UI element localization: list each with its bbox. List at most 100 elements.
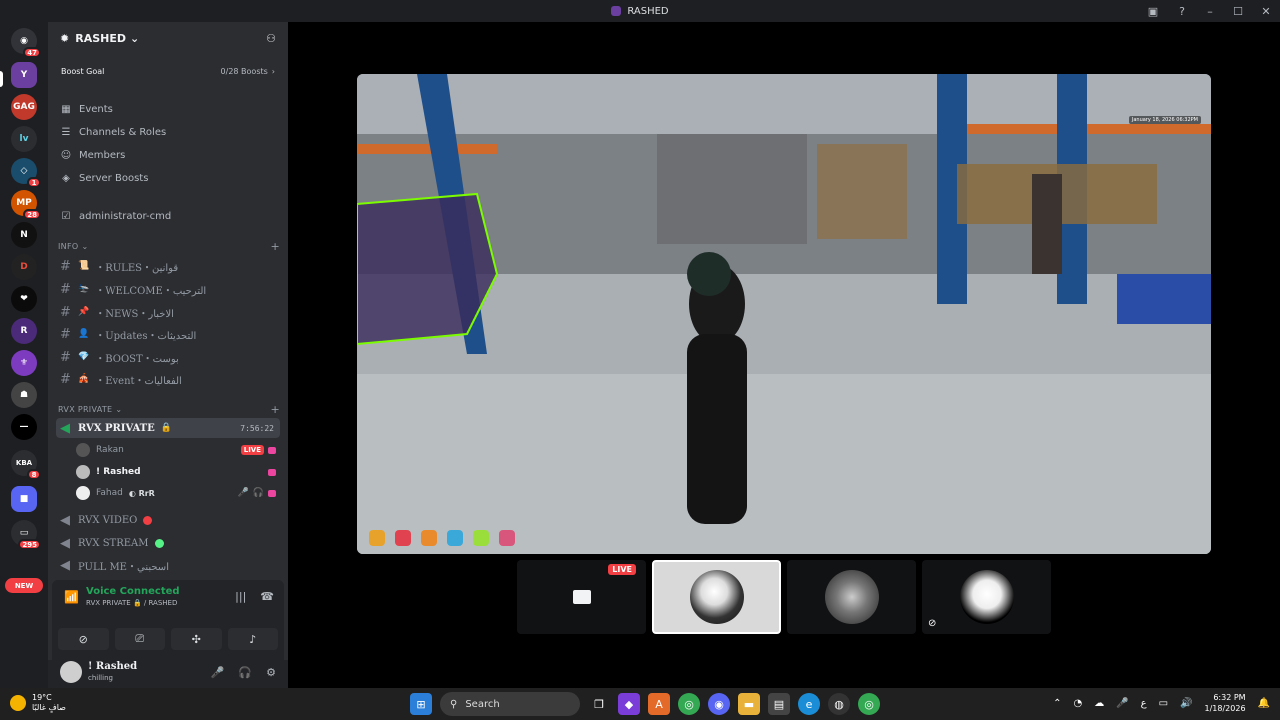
close-button[interactable]: ✕ — [1252, 0, 1280, 22]
activity-icon — [268, 468, 276, 476]
menu-members[interactable]: ☺ Members — [56, 145, 280, 165]
microphone-icon[interactable]: 🎤 — [1116, 698, 1128, 709]
add-channel-icon[interactable]: + — [270, 403, 280, 416]
clock[interactable]: 6:32 PM 1/18/2026 — [1205, 692, 1246, 714]
server-icon[interactable]: Y — [11, 62, 37, 88]
direct-messages-button[interactable]: ◉ 47 — [11, 28, 41, 58]
channel-boost[interactable]: # 💎 ・BOOST・بوست — [56, 347, 280, 367]
app-icon[interactable]: ◍ — [828, 693, 850, 715]
gear-icon[interactable]: ⚙ — [266, 666, 276, 679]
start-icon[interactable]: ⊞ — [410, 693, 432, 715]
server-icon[interactable]: ▭ 295 — [11, 520, 41, 550]
server-icon[interactable]: ❤ — [11, 286, 37, 312]
search-box[interactable]: ⚲ Search — [440, 692, 580, 716]
category-info[interactable]: INFO ⌄ + — [58, 239, 280, 253]
title-bar: RASHED ▣ ? – ☐ ✕ — [0, 0, 1280, 22]
discord-icon[interactable]: ◉ — [708, 693, 730, 715]
menu-server-boosts[interactable]: ◈ Server Boosts — [56, 168, 280, 188]
headphones-icon[interactable]: 🎧 — [238, 666, 252, 679]
folder-icon[interactable]: ■ — [11, 486, 37, 512]
server-icon[interactable]: R — [11, 318, 37, 344]
live-badge: LIVE — [240, 445, 264, 455]
avatar — [959, 570, 1014, 624]
menu-events[interactable]: ▦ Events — [56, 99, 280, 119]
voice-channel-pull-me[interactable]: ◀ PULL ME・اسحبني — [56, 555, 280, 575]
edge-icon[interactable]: e — [798, 693, 820, 715]
noise-suppression-icon[interactable]: ||| — [235, 590, 246, 603]
camera-off-button[interactable]: ⊘ — [58, 628, 109, 650]
channel-event[interactable]: # 🎪 ・Event・الفعاليات — [56, 369, 280, 389]
language-icon[interactable]: ع — [1141, 698, 1147, 709]
minimize-button[interactable]: – — [1196, 0, 1224, 22]
chevron-down-icon: ⌄ — [129, 31, 140, 45]
activities-button[interactable]: ✣ — [171, 628, 222, 650]
voice-channel-rvx-video[interactable]: ◀ RVX VIDEO — [56, 510, 280, 530]
task-view-icon[interactable]: ❐ — [588, 693, 610, 715]
channel-sidebar: ✹ RASHED ⌄ ⚇ Boost Goal 0/28 Boosts › ▦ … — [48, 22, 288, 688]
channel-rules[interactable]: # 📜 ・RULES・قوانين — [56, 256, 280, 276]
tray-icon[interactable]: ◔ — [1073, 698, 1082, 709]
app-icon[interactable]: A — [648, 693, 670, 715]
server-folder[interactable]: KBA 8 — [11, 450, 41, 480]
voice-connection-panel: 📶 Voice Connected RVX PRIVATE 🔒 / RASHED… — [52, 580, 284, 660]
chrome-icon[interactable]: ◎ — [678, 693, 700, 715]
add-channel-icon[interactable]: + — [270, 240, 280, 253]
screen-share-button[interactable]: ⎚ — [114, 628, 165, 650]
avatar[interactable] — [60, 661, 82, 683]
chevron-right-icon: › — [271, 66, 275, 76]
avatar — [76, 443, 90, 457]
voice-channel-rvx-stream[interactable]: ◀ RVX STREAM — [56, 533, 280, 553]
chevron-up-icon[interactable]: ⌃ — [1053, 698, 1061, 709]
channel-updates[interactable]: # 👤 ・Updates・التحديثات — [56, 324, 280, 344]
avatar — [76, 465, 90, 479]
participant-tile[interactable]: ⊘ — [922, 560, 1051, 634]
server-rail: ◉ 47 Y GAG lv ◇ 1 MP 28 N D ❤ R ⚜ ☗ — KBA 8… — [0, 22, 48, 688]
invite-icon[interactable]: ⚇ — [266, 32, 276, 45]
hash-icon: # — [60, 281, 71, 297]
server-icon[interactable]: MP 28 — [11, 190, 41, 220]
voice-channel-rvx-private[interactable]: ◀ RVX PRIVATE 🔒 7:56:22 — [56, 418, 280, 438]
channel-administrator-cmd[interactable]: ☑ administrator-cmd — [56, 206, 280, 226]
server-icon[interactable]: ⚜ — [11, 350, 37, 376]
menu-channels-roles[interactable]: ☰ Channels & Roles — [56, 122, 280, 142]
file-explorer-icon[interactable]: ▬ — [738, 693, 760, 715]
server-icon[interactable]: ☗ — [11, 382, 37, 408]
server-icon[interactable]: N — [11, 222, 37, 248]
server-icon[interactable]: GAG — [11, 94, 37, 120]
participant-tile-selected[interactable] — [652, 560, 781, 634]
maximize-button[interactable]: ☐ — [1224, 0, 1252, 22]
pin-icon: 📌 — [78, 307, 90, 317]
microphone-icon[interactable]: 🎤 — [211, 666, 225, 679]
camera-off-icon: ⊘ — [928, 618, 937, 629]
server-icon[interactable]: lv — [11, 126, 37, 152]
disconnect-icon[interactable]: ☎ — [260, 590, 274, 603]
person-icon: 👤 — [78, 329, 90, 339]
channel-news[interactable]: # 📌 ・NEWS・الاخبار — [56, 302, 280, 322]
server-header[interactable]: ✹ RASHED ⌄ ⚇ — [48, 22, 288, 54]
tray-icon[interactable]: ☁ — [1094, 698, 1104, 709]
network-icon[interactable]: ▭ — [1159, 698, 1168, 709]
voice-user[interactable]: Rakan LIVE — [76, 440, 280, 460]
stream-video[interactable]: January 18, 2026 06:32PM — [357, 74, 1211, 554]
chrome-icon[interactable]: ◎ — [858, 693, 880, 715]
server-icon[interactable]: ◇ 1 — [11, 158, 41, 188]
notification-icon[interactable]: 🔔 — [1258, 698, 1270, 709]
category-rvx-private[interactable]: RVX PRIVATE ⌄ + — [58, 402, 280, 416]
new-badge[interactable]: NEW — [5, 578, 43, 593]
participant-tile[interactable] — [787, 560, 916, 634]
speaker-icon: ◀ — [60, 512, 70, 528]
voice-user[interactable]: Fahad ◐ RrR 🎤 🎧 — [76, 483, 280, 503]
channel-welcome[interactable]: # 🛬 ・WELCOME・الترحيب — [56, 279, 280, 299]
voice-user[interactable]: ! Rashed — [76, 462, 280, 482]
volume-icon[interactable]: 🔊 — [1180, 698, 1192, 709]
inbox-icon[interactable]: ▣ — [1138, 0, 1168, 22]
screen-share-tile[interactable]: LIVE — [517, 560, 646, 634]
weather-widget[interactable]: 19°C صافٍ غالبًا — [10, 693, 66, 713]
help-icon[interactable]: ? — [1168, 0, 1196, 22]
server-icon[interactable]: — — [11, 414, 37, 440]
soundboard-button[interactable]: ♪ — [227, 628, 278, 650]
store-icon[interactable]: ▤ — [768, 693, 790, 715]
boost-goal[interactable]: Boost Goal 0/28 Boosts › — [56, 62, 280, 80]
copilot-icon[interactable]: ◆ — [618, 693, 640, 715]
server-icon[interactable]: D — [11, 254, 37, 280]
